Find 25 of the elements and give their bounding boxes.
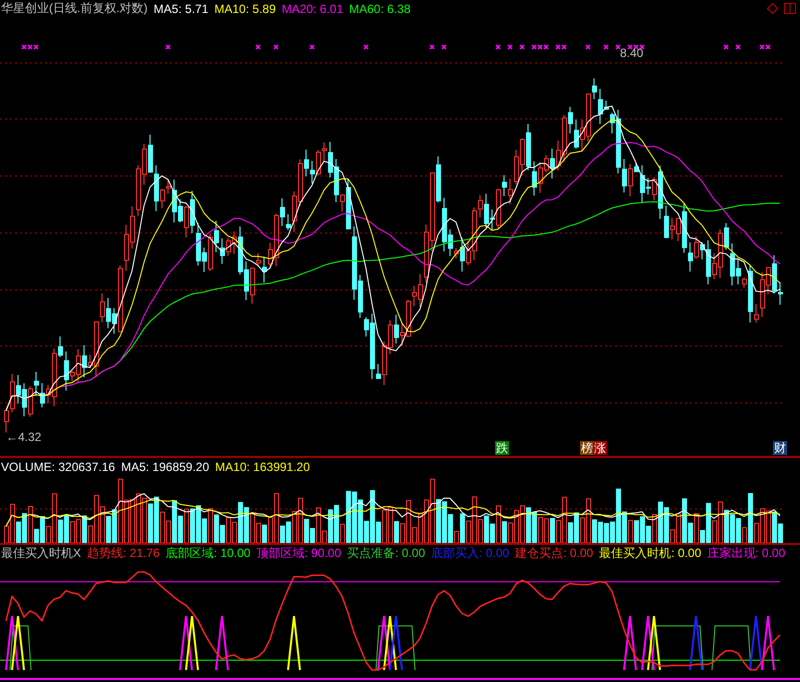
moving-average-value: MA5: 5.71 — [154, 2, 208, 16]
signal-badge: 财 — [773, 441, 787, 455]
low-price-label: ←4.32 — [6, 430, 42, 444]
high-price-label: 8.40 — [620, 46, 644, 60]
moving-average-value: MA20: 6.01 — [282, 2, 344, 16]
volume-value: VOLUME: 320637.16 — [1, 460, 116, 474]
moving-average-value: MA60: 6.38 — [349, 2, 410, 16]
moving-average-value: MA10: 5.89 — [214, 2, 276, 16]
chart-title: 华星创业(日线.前复权.对数) — [1, 0, 148, 17]
volume-value: MA5: 196859.20 — [121, 460, 210, 474]
signal-badge: 跌 — [495, 441, 509, 455]
indicator-value: 庄家出现: 0.00 — [707, 545, 786, 562]
indicator-value: 底部买入: 0.00 — [431, 545, 510, 562]
volume-value: MA10: 163991.20 — [215, 460, 310, 474]
signal-badge: 榜 — [580, 441, 594, 455]
indicator-value: 趋势线: 21.76 — [87, 545, 160, 562]
signal-badge: 涨 — [593, 441, 607, 455]
diamond-icon[interactable] — [767, 3, 778, 14]
indicator-value: 最佳买入时机X — [1, 545, 82, 562]
indicator-value: 最佳买入时机: 0.00 — [599, 545, 702, 562]
indicator-value: 底部区域: 10.00 — [166, 545, 250, 562]
indicator-value: 顶部区域: 90.00 — [256, 545, 342, 562]
indicator-value: 买点准备: 0.00 — [347, 545, 426, 562]
indicator-value: 建仓买点: 0.00 — [515, 545, 594, 562]
split-square-icon[interactable] — [784, 3, 796, 14]
